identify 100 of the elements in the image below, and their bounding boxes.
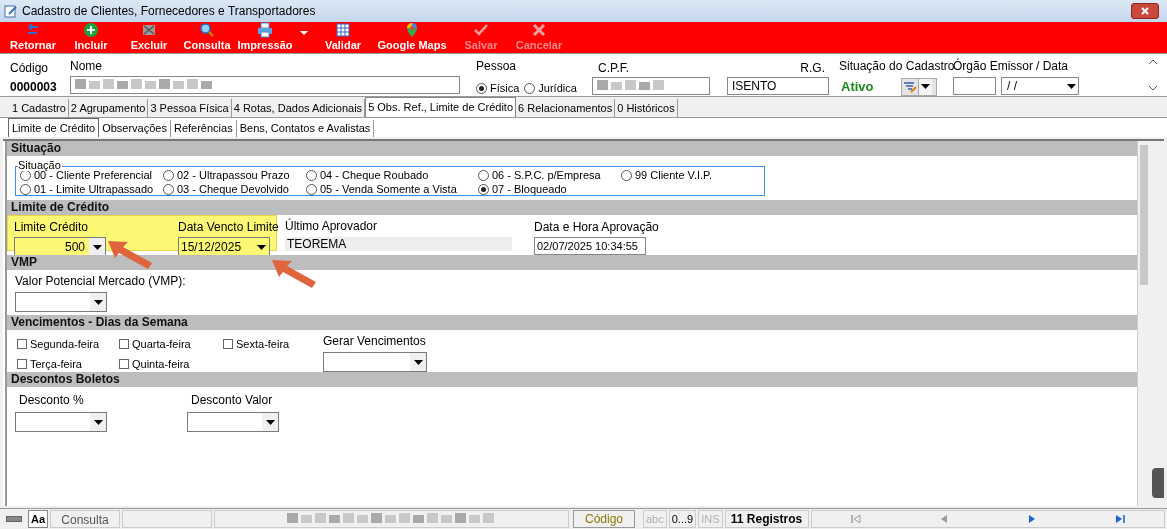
- rg-field[interactable]: ISENTO: [727, 77, 829, 95]
- caret-icon: [300, 31, 308, 35]
- radio-button[interactable]: [478, 170, 489, 181]
- tab[interactable]: Limite de Crédito: [8, 118, 100, 137]
- vmp-dropdown[interactable]: [15, 292, 107, 312]
- dropdown-arrow-icon: [265, 419, 275, 425]
- section-header: Situação: [7, 141, 1137, 156]
- record-count: 11 Registros: [724, 510, 809, 528]
- radio-button[interactable]: [621, 170, 632, 181]
- skip-icon: [850, 515, 861, 523]
- name-field[interactable]: [70, 76, 460, 94]
- section-header: Vencimentos - Dias da Semana: [7, 315, 1137, 330]
- caret-icon: [921, 84, 930, 90]
- toolbar-button[interactable]: Validar: [314, 22, 372, 51]
- option-label: Jurídica: [538, 81, 577, 96]
- field-label: / Data: [1036, 58, 1069, 75]
- credit-limit-dropdown[interactable]: 500: [14, 237, 106, 257]
- field-label: Órgão Emissor: [953, 57, 1034, 75]
- font-button[interactable]: Aa: [28, 510, 48, 528]
- checkbox[interactable]: [17, 339, 27, 349]
- radio-button[interactable]: [478, 184, 489, 195]
- checkbox[interactable]: [119, 359, 129, 369]
- toolbar-button[interactable]: Consulta: [178, 22, 236, 51]
- toolbar-button[interactable]: Incluir: [62, 22, 120, 51]
- dropdown-arrow-icon: [93, 299, 103, 305]
- option-label: 05 - Venda Somente a Vista: [320, 183, 457, 196]
- option-label: 99 Cliente V.I.P.: [635, 169, 713, 182]
- status-indicator: abc: [643, 510, 667, 528]
- option-label: 04 - Cheque Roubado: [320, 169, 429, 182]
- option-label: 02 - Ultrapassou Prazo: [177, 169, 290, 182]
- field-label: Último Aprovador: [285, 217, 379, 235]
- scrollbar[interactable]: [1137, 141, 1150, 506]
- status-value: Ativo: [841, 78, 875, 96]
- close-button[interactable]: [1131, 3, 1159, 19]
- radio-button[interactable]: [306, 184, 317, 195]
- option-label: 03 - Cheque Devolvido: [177, 183, 289, 196]
- radio-button[interactable]: [476, 82, 487, 94]
- field-label: Data Vencto Limite: [178, 219, 279, 236]
- plus-icon: [83, 22, 99, 38]
- radio-button[interactable]: [20, 170, 31, 181]
- toolbar-button[interactable]: Excluir: [120, 22, 178, 51]
- checkbox[interactable]: [17, 359, 27, 369]
- window-title: Cadastro de Clientes, Fornecedores e Transportadores: [22, 3, 317, 20]
- generate-dropdown[interactable]: [323, 352, 427, 372]
- tab[interactable]: Observações: [99, 120, 171, 137]
- discount-percent-dropdown[interactable]: [15, 412, 107, 432]
- section-header: VMP: [7, 255, 1137, 270]
- toolbar-button[interactable]: Retornar: [4, 22, 62, 51]
- close-icon: [1141, 7, 1149, 15]
- radio-button[interactable]: [306, 170, 317, 181]
- side-handle[interactable]: [1152, 468, 1164, 498]
- tab[interactable]: Referências: [170, 120, 237, 137]
- toolbar-button[interactable]: Impressão: [236, 22, 294, 51]
- option-label: 06 - S.P.C. p/Empresa: [492, 169, 601, 182]
- table-delete-icon: [141, 22, 157, 38]
- status-mode: Consulta: [50, 510, 120, 528]
- filter-edit-button[interactable]: [901, 77, 937, 96]
- radio-button[interactable]: [20, 184, 31, 195]
- option-label: 07 - Bloqueado: [492, 183, 567, 196]
- cpf-field[interactable]: [592, 77, 710, 95]
- dropdown-arrow-icon: [1066, 83, 1076, 89]
- field-label: R.G.: [800, 60, 825, 77]
- option-label: Quinta-feira: [132, 357, 190, 371]
- keyboard-icon: [6, 516, 22, 522]
- due-date-dropdown[interactable]: 15/12/2025: [178, 237, 270, 257]
- status-indicator: 0...9: [668, 510, 697, 528]
- field-label: Data e Hora Aprovação: [534, 219, 659, 236]
- cross-icon: [531, 22, 547, 38]
- tab[interactable]: Bens, Contatos e Avalistas: [236, 120, 375, 137]
- option-label: Quarta-feira: [132, 337, 191, 351]
- option-label: 01 - Limite Ultrapassado: [34, 183, 154, 196]
- dropdown-arrow-icon: [256, 244, 266, 250]
- tab[interactable]: 5 Obs. Ref., Limite de Crédito: [365, 97, 517, 117]
- radio-button[interactable]: [524, 82, 536, 94]
- option-label: Física: [490, 81, 520, 96]
- approver-value: TEOREMA: [287, 237, 347, 251]
- radio-button[interactable]: [163, 170, 174, 181]
- discount-value-dropdown[interactable]: [187, 412, 279, 432]
- field-label: Valor Potencial Mercado (VMP):: [15, 273, 186, 290]
- field-label: Gerar Vencimentos: [323, 333, 427, 350]
- map-pin-icon: [404, 22, 420, 38]
- skip-icon: [1114, 515, 1125, 523]
- option-label: Terça-feira: [30, 357, 82, 371]
- pointer-arrow: [272, 260, 316, 288]
- blurred-text: [597, 80, 667, 92]
- checkmark-icon: [473, 22, 489, 38]
- field-label: Limite Crédito: [14, 219, 90, 236]
- section-header: Descontos Boletos: [7, 372, 1137, 387]
- status-order: Código: [573, 510, 635, 528]
- status-indicator: INS: [698, 510, 723, 528]
- checkbox[interactable]: [119, 339, 129, 349]
- date-dropdown[interactable]: / /: [1001, 77, 1079, 95]
- toolbar-button[interactable]: Google Maps: [372, 22, 452, 51]
- issuer-field[interactable]: [953, 77, 996, 95]
- grid-icon: [335, 22, 351, 38]
- approval-datetime-field[interactable]: 02/07/2025 10:34:55: [534, 237, 646, 255]
- field-label: Desconto %: [18, 392, 85, 409]
- checkbox[interactable]: [223, 339, 233, 349]
- radio-button[interactable]: [163, 184, 174, 195]
- field-label: Código: [10, 60, 50, 77]
